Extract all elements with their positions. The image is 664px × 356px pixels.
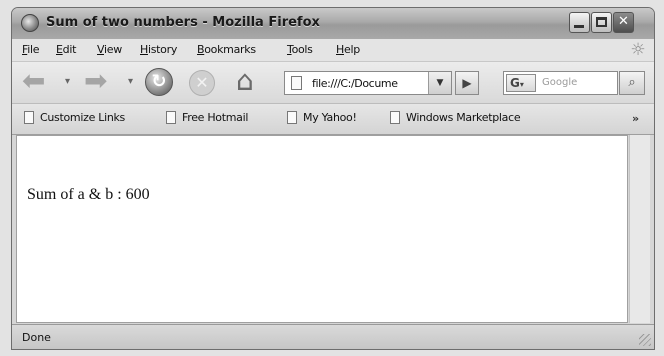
minimize-button[interactable] bbox=[569, 12, 590, 33]
bookmark-page-icon bbox=[390, 111, 400, 124]
stop-icon[interactable]: ✕ bbox=[189, 70, 215, 96]
url-text[interactable]: file:///C:/Docume bbox=[312, 77, 424, 90]
title-bar[interactable]: Sum of two numbers - Mozilla Firefox ✕ bbox=[12, 8, 654, 40]
maximize-button[interactable] bbox=[591, 12, 612, 33]
firefox-window: Sum of two numbers - Mozilla Firefox ✕ F… bbox=[11, 7, 655, 350]
bookmarks-toolbar: Customize Links Free Hotmail My Yahoo! W… bbox=[12, 104, 654, 135]
more-bookmarks-chevron-icon[interactable]: » bbox=[632, 112, 639, 125]
bookmark-page-icon bbox=[166, 111, 176, 124]
throbber-icon: ☼ bbox=[630, 40, 646, 60]
bookmark-label: Windows Marketplace bbox=[406, 111, 521, 124]
chevron-down-icon: ▾ bbox=[519, 80, 524, 89]
reload-icon[interactable]: ↻ bbox=[145, 68, 173, 96]
resize-grip-icon[interactable] bbox=[639, 334, 651, 346]
window-title: Sum of two numbers - Mozilla Firefox bbox=[46, 15, 320, 30]
menu-view[interactable]: View bbox=[97, 43, 122, 56]
bookmark-label: My Yahoo! bbox=[303, 111, 357, 124]
menu-file[interactable]: File bbox=[22, 43, 40, 56]
magnifier-icon: ⌕ bbox=[628, 75, 636, 90]
menu-edit[interactable]: Edit bbox=[56, 43, 76, 56]
firefox-logo-icon bbox=[21, 14, 39, 32]
close-icon: ✕ bbox=[618, 14, 629, 29]
navigation-toolbar: ⬅ ▾ ➡ ▾ ↻ ✕ ⌂ file:///C:/Docume ▼ ▶ G▾ G… bbox=[12, 62, 654, 104]
search-placeholder: Google bbox=[542, 77, 578, 88]
sum-result-text: Sum of a & b : 600 bbox=[27, 186, 150, 203]
back-history-dropdown-icon[interactable]: ▾ bbox=[65, 67, 70, 97]
page-content: Sum of a & b : 600 bbox=[16, 135, 628, 323]
menu-bookmarks[interactable]: Bookmarks bbox=[197, 43, 256, 56]
forward-history-dropdown-icon[interactable]: ▾ bbox=[128, 67, 133, 97]
bookmark-my-yahoo[interactable]: My Yahoo! bbox=[287, 111, 357, 124]
go-arrow-icon: ▶ bbox=[462, 76, 472, 90]
forward-arrow-icon[interactable]: ➡ bbox=[84, 66, 107, 96]
page-icon bbox=[291, 76, 302, 90]
status-bar: Done bbox=[12, 324, 654, 349]
google-icon: G bbox=[510, 76, 520, 90]
close-button[interactable]: ✕ bbox=[613, 12, 634, 33]
vertical-scrollbar[interactable] bbox=[629, 135, 650, 323]
url-history-dropdown-icon[interactable]: ▼ bbox=[428, 72, 451, 94]
home-icon[interactable]: ⌂ bbox=[236, 65, 254, 97]
menu-history[interactable]: History bbox=[140, 43, 177, 56]
bookmark-page-icon bbox=[287, 111, 297, 124]
status-text: Done bbox=[22, 331, 51, 344]
go-button[interactable]: ▶ bbox=[455, 71, 479, 95]
menu-help[interactable]: Help bbox=[336, 43, 360, 56]
bookmark-page-icon bbox=[24, 111, 34, 124]
search-button[interactable]: ⌕ bbox=[619, 71, 645, 95]
bookmark-customize-links[interactable]: Customize Links bbox=[24, 111, 125, 124]
bookmark-label: Customize Links bbox=[40, 111, 125, 124]
menu-tools[interactable]: Tools bbox=[287, 43, 313, 56]
bookmark-label: Free Hotmail bbox=[182, 111, 249, 124]
url-bar[interactable]: file:///C:/Docume ▼ bbox=[284, 71, 452, 95]
back-arrow-icon[interactable]: ⬅ bbox=[22, 66, 45, 96]
search-engine-selector[interactable]: G▾ bbox=[506, 74, 536, 92]
bookmark-free-hotmail[interactable]: Free Hotmail bbox=[166, 111, 248, 124]
bookmark-windows-marketplace[interactable]: Windows Marketplace bbox=[390, 111, 521, 124]
maximize-icon bbox=[596, 17, 607, 27]
menu-bar: File Edit View History Bookmarks Tools H… bbox=[12, 39, 654, 62]
search-box[interactable]: G▾ Google bbox=[503, 71, 618, 95]
minimize-icon bbox=[574, 25, 584, 28]
